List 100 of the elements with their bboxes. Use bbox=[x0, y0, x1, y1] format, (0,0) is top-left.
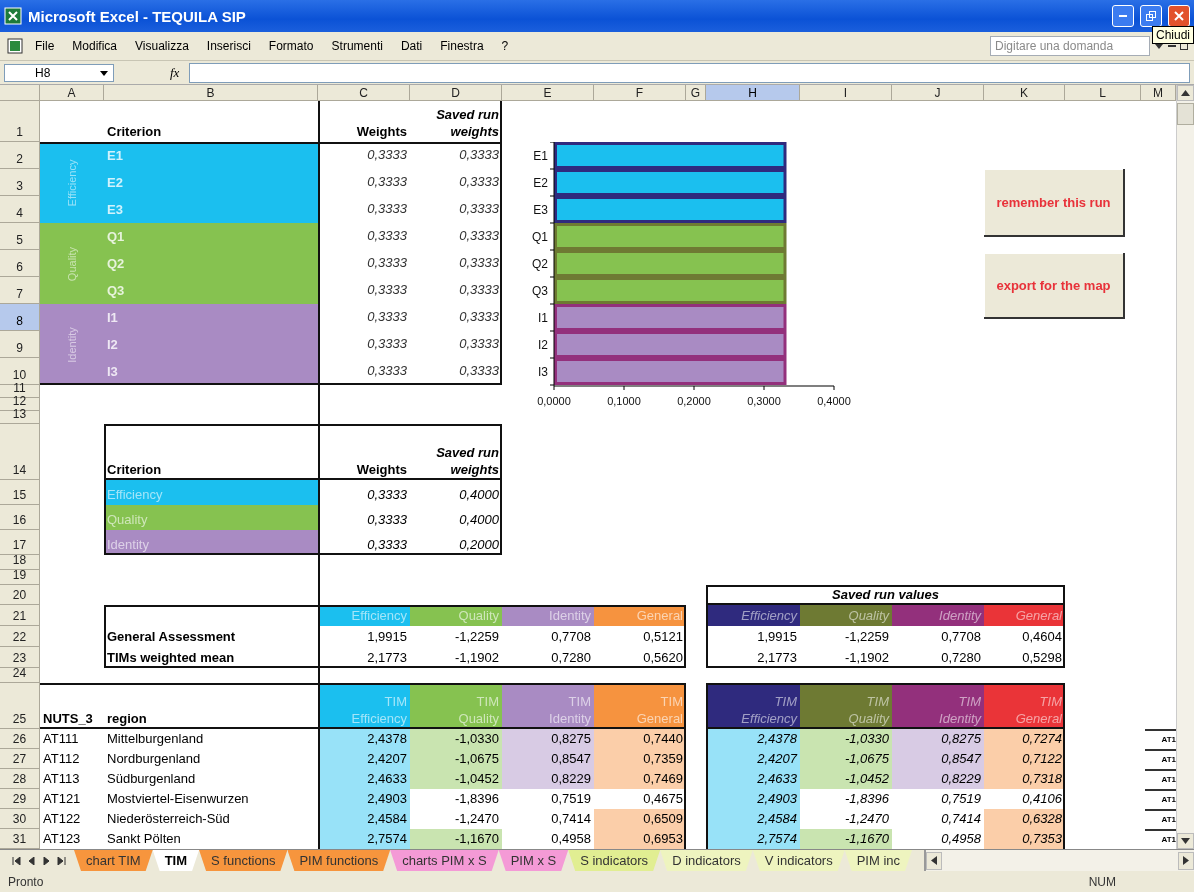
menu-item[interactable]: ? bbox=[494, 37, 516, 55]
row-header[interactable]: 17 bbox=[0, 530, 40, 555]
column-header[interactable]: L bbox=[1065, 85, 1141, 101]
left-arrow-icon[interactable] bbox=[931, 856, 938, 865]
row-header[interactable]: 15 bbox=[0, 480, 40, 505]
menu-item[interactable]: Strumenti bbox=[324, 37, 390, 55]
column-header[interactable]: F bbox=[594, 85, 686, 101]
row-header[interactable]: 27 bbox=[0, 749, 40, 769]
sheet-tab[interactable]: S functions bbox=[199, 850, 288, 871]
row-header[interactable]: 24 bbox=[0, 668, 40, 683]
table-cell: 2,4584 bbox=[706, 809, 800, 829]
table-cell: -1,0452 bbox=[410, 769, 502, 789]
category-label: Quality bbox=[66, 246, 78, 281]
row-header[interactable]: 3 bbox=[0, 169, 40, 196]
row-header[interactable]: 16 bbox=[0, 505, 40, 530]
menu-item[interactable]: Inserisci bbox=[199, 37, 258, 55]
row-header[interactable]: 22 bbox=[0, 626, 40, 647]
menu-item[interactable]: Finestra bbox=[433, 37, 491, 55]
row-header[interactable]: 21 bbox=[0, 605, 40, 626]
sheet-tab[interactable]: V indicators bbox=[752, 850, 845, 871]
criterion-label: Q2 bbox=[106, 255, 126, 273]
up-arrow-icon[interactable] bbox=[1181, 90, 1190, 96]
table-cell-text: 0,3333 bbox=[366, 511, 408, 529]
close-button[interactable] bbox=[1168, 5, 1190, 27]
sheet-tab[interactable]: chart TIM bbox=[74, 850, 153, 871]
down-arrow-icon[interactable] bbox=[1181, 838, 1190, 844]
column-header[interactable]: E bbox=[502, 85, 594, 101]
sheet-tab[interactable]: TIM bbox=[152, 850, 200, 871]
minimize-icon bbox=[1119, 15, 1127, 17]
category-label: I3 bbox=[538, 365, 548, 379]
sheet-tab[interactable]: PIM x S bbox=[498, 850, 569, 871]
sheet-tab[interactable]: PIM inc bbox=[844, 850, 913, 871]
column-header[interactable]: C bbox=[318, 85, 410, 101]
table-cell-text: 0,3333 bbox=[366, 254, 408, 272]
first-sheet-icon[interactable] bbox=[12, 856, 21, 865]
category-label: I1 bbox=[538, 311, 548, 325]
row-header[interactable]: 7 bbox=[0, 277, 40, 304]
row-header[interactable]: 5 bbox=[0, 223, 40, 250]
table-cell-text: 0,3333 bbox=[366, 536, 408, 554]
menu-item[interactable]: File bbox=[28, 37, 62, 55]
menu-item[interactable]: Dati bbox=[393, 37, 430, 55]
row-header[interactable]: 1 bbox=[0, 101, 40, 142]
column-header[interactable]: I bbox=[800, 85, 892, 101]
row-header[interactable]: 19 bbox=[0, 570, 40, 585]
table-cell-text: 2,1773 bbox=[756, 649, 798, 667]
previous-sheet-icon[interactable] bbox=[27, 856, 36, 865]
help-field[interactable]: Digitare una domanda bbox=[990, 36, 1150, 56]
next-sheet-icon[interactable] bbox=[42, 856, 51, 865]
row-header[interactable]: 29 bbox=[0, 789, 40, 809]
column-header: TIM Identity bbox=[892, 683, 984, 729]
column-header[interactable]: D bbox=[410, 85, 502, 101]
workbook-icon[interactable] bbox=[6, 37, 24, 55]
row-header[interactable]: 14 bbox=[0, 424, 40, 480]
column-header[interactable]: J bbox=[892, 85, 984, 101]
table-cell-text: 0,7414 bbox=[940, 810, 982, 828]
formula-field[interactable] bbox=[189, 62, 1190, 83]
row-header[interactable]: 4 bbox=[0, 196, 40, 223]
menu-item[interactable]: Modifica bbox=[65, 37, 125, 55]
minimize-button[interactable] bbox=[1112, 5, 1134, 27]
right-arrow-icon[interactable] bbox=[1183, 856, 1189, 865]
row-header[interactable]: 26 bbox=[0, 729, 40, 749]
column-header[interactable]: H bbox=[706, 85, 800, 101]
row-header[interactable]: 28 bbox=[0, 769, 40, 789]
table-cell-text: -1,1902 bbox=[453, 649, 500, 667]
horizontal-scrollbar[interactable] bbox=[924, 850, 1194, 871]
restore-icon[interactable] bbox=[1180, 42, 1188, 50]
function-label[interactable]: fx bbox=[118, 64, 186, 81]
column-header[interactable]: A bbox=[40, 85, 104, 101]
row-header[interactable]: 31 bbox=[0, 829, 40, 849]
row-header[interactable]: 30 bbox=[0, 809, 40, 829]
row-header[interactable]: 2 bbox=[0, 142, 40, 169]
column-header[interactable]: G bbox=[686, 85, 706, 101]
column-header[interactable]: B bbox=[104, 85, 318, 101]
sheet-tab[interactable]: S indicators bbox=[568, 850, 661, 871]
category-label: E1 bbox=[533, 149, 548, 163]
restore-button[interactable] bbox=[1140, 5, 1162, 27]
row-header[interactable]: 8 bbox=[0, 304, 40, 331]
vertical-scrollbar[interactable] bbox=[1176, 85, 1194, 849]
menu-item[interactable]: Visualizza bbox=[128, 37, 196, 55]
sheet-tab[interactable]: charts PIM x S bbox=[390, 850, 499, 871]
row-header[interactable]: 23 bbox=[0, 647, 40, 668]
last-sheet-icon[interactable] bbox=[57, 856, 66, 865]
caret-icon[interactable] bbox=[1154, 41, 1164, 51]
row-header[interactable]: 9 bbox=[0, 331, 40, 358]
row-header[interactable]: 18 bbox=[0, 555, 40, 570]
criterion-label: Efficiency bbox=[104, 480, 318, 505]
row-header[interactable]: 20 bbox=[0, 585, 40, 605]
column-header[interactable]: K bbox=[984, 85, 1065, 101]
column-header: TIM Identity bbox=[502, 683, 594, 729]
row-header[interactable]: 25 bbox=[0, 683, 40, 729]
row-header[interactable]: 6 bbox=[0, 250, 40, 277]
scroll-thumb[interactable] bbox=[1177, 103, 1194, 125]
table-cell-text: Mostviertel-Eisenwurzen bbox=[106, 790, 250, 808]
name-box[interactable]: H8 bbox=[4, 63, 114, 82]
column-header[interactable]: M bbox=[1141, 85, 1176, 101]
sheet-tab[interactable]: D indicators bbox=[660, 850, 753, 871]
menu-item[interactable]: Formato bbox=[261, 37, 321, 55]
sheet-tab[interactable]: PIM functions bbox=[287, 850, 391, 871]
row-header[interactable]: 13 bbox=[0, 411, 40, 424]
table-cell: -1,0675 bbox=[410, 749, 502, 769]
